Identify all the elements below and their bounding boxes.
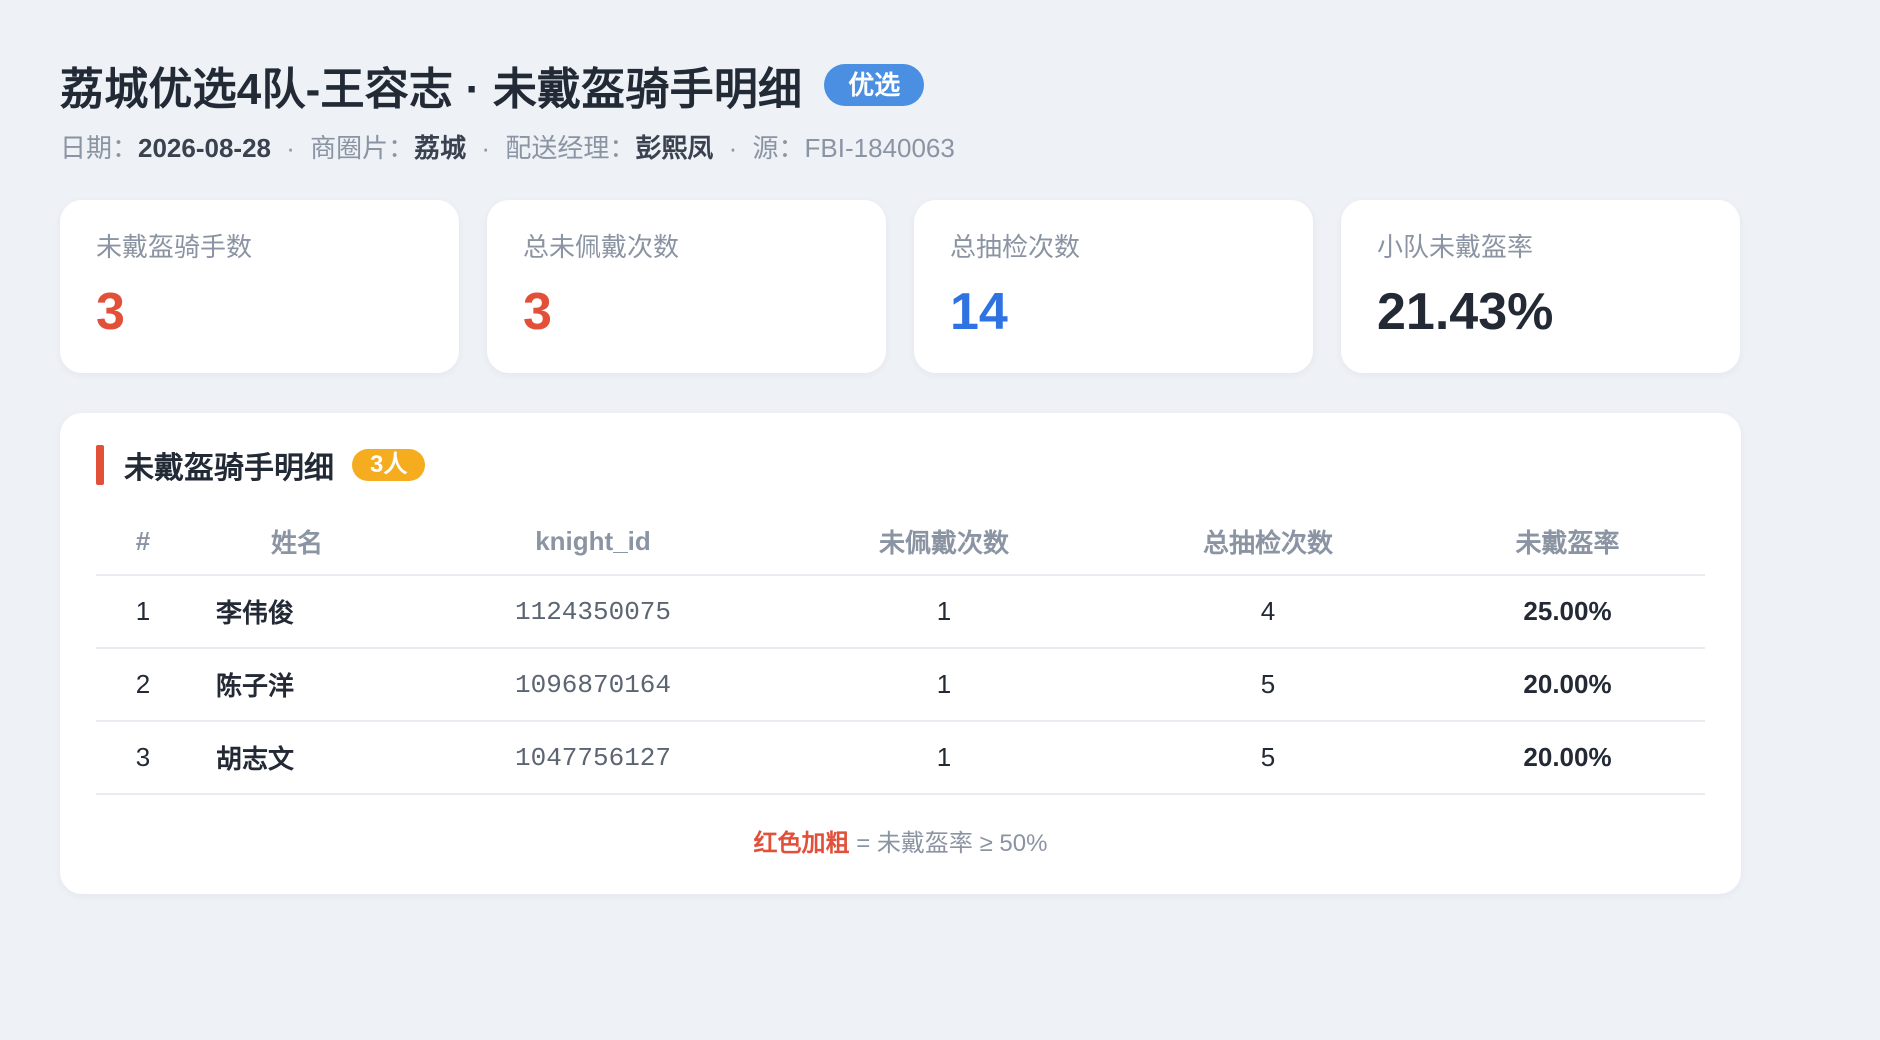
column-header-knight-id: knight_id: [404, 509, 782, 576]
stat-value: 14: [950, 283, 1008, 341]
table-header-row: # 姓名 knight_id 未佩戴次数 总抽检次数 未戴盔率: [96, 509, 1705, 576]
source-label: 源：: [752, 133, 805, 163]
stat-card-unhelmeted-riders: 未戴盔骑手数 3: [60, 200, 459, 373]
stat-value: 3: [523, 283, 552, 341]
rider-table: # 姓名 knight_id 未佩戴次数 总抽检次数 未戴盔率 1 李伟俊 11…: [96, 509, 1705, 795]
row-index: 2: [96, 648, 190, 722]
missed-count: 1: [782, 575, 1106, 649]
page-title: 荔城优选4队-王容志 · 未戴盔骑手明细: [60, 65, 803, 114]
knight-id: 1096870164: [404, 648, 782, 722]
manager-value: 彭熙凤: [635, 133, 714, 163]
stat-value: 21.43%: [1377, 283, 1554, 341]
stat-value: 3: [96, 283, 125, 341]
column-header-rate: 未戴盔率: [1430, 509, 1705, 576]
missed-count: 1: [782, 721, 1106, 795]
table-row: 3 胡志文 1047756127 1 5 20.00%: [96, 721, 1705, 795]
legend-highlight: 红色加粗: [753, 830, 850, 857]
source-value: FBI-1840063: [804, 133, 955, 163]
table-row: 1 李伟俊 1124350075 1 4 25.00%: [96, 575, 1705, 649]
legend-text: = 未戴盔率 ≥ 50%: [849, 830, 1048, 857]
manager-label: 配送经理：: [505, 133, 636, 163]
unhelmeted-rate: 20.00%: [1430, 648, 1705, 722]
rider-name: 陈子洋: [190, 648, 404, 722]
legend-note: 红色加粗 = 未戴盔率 ≥ 50%: [96, 823, 1705, 858]
meta-row: 日期：2026-08-28 · 商圈片：荔城 · 配送经理：彭熙凤 · 源：FB…: [60, 128, 1820, 168]
check-count: 5: [1106, 648, 1430, 722]
header: 荔城优选4队-王容志 · 未戴盔骑手明细 优选: [60, 52, 1820, 118]
section-header: 未戴盔骑手明细 3人: [96, 445, 1705, 485]
unhelmeted-rate: 20.00%: [1430, 721, 1705, 795]
date-value: 2026-08-28: [138, 133, 272, 163]
stat-cards: 未戴盔骑手数 3 总未佩戴次数 3 总抽检次数 14 小队未戴盔率 21.43%: [60, 200, 1741, 373]
section-accent-bar: [96, 445, 104, 485]
meta-separator: ·: [286, 133, 295, 163]
table-row: 2 陈子洋 1096870164 1 5 20.00%: [96, 648, 1705, 722]
meta-separator: ·: [728, 133, 738, 163]
row-index: 3: [96, 721, 190, 795]
stat-label: 小队未戴盔率: [1377, 232, 1534, 262]
knight-id: 1047756127: [404, 721, 782, 795]
row-index: 1: [96, 575, 190, 649]
date-label: 日期：: [60, 133, 139, 163]
page: 荔城优选4队-王容志 · 未戴盔骑手明细 优选 日期：2026-08-28 · …: [0, 0, 1880, 1040]
column-header-index: #: [96, 509, 190, 576]
stat-label: 未戴盔骑手数: [96, 232, 253, 262]
knight-id: 1124350075: [404, 575, 782, 649]
stat-card-total-missed: 总未佩戴次数 3: [487, 200, 886, 373]
unhelmeted-rate: 25.00%: [1430, 575, 1705, 649]
check-count: 4: [1106, 575, 1430, 649]
rider-name: 李伟俊: [190, 575, 404, 649]
stat-label: 总未佩戴次数: [523, 232, 680, 262]
count-badge: 3人: [352, 449, 426, 481]
meta-separator: ·: [481, 133, 491, 163]
rider-name: 胡志文: [190, 721, 404, 795]
type-badge: 优选: [824, 64, 925, 106]
column-header-name: 姓名: [190, 509, 404, 576]
detail-card: 未戴盔骑手明细 3人 # 姓名 knight_id 未佩戴次数 总抽检次数 未戴…: [60, 413, 1741, 894]
area-value: 荔城: [414, 133, 467, 163]
check-count: 5: [1106, 721, 1430, 795]
stat-label: 总抽检次数: [950, 232, 1081, 262]
column-header-checks: 总抽检次数: [1106, 509, 1430, 576]
missed-count: 1: [782, 648, 1106, 722]
column-header-missed: 未佩戴次数: [782, 509, 1106, 576]
section-title: 未戴盔骑手明细: [124, 452, 334, 485]
stat-card-team-rate: 小队未戴盔率 21.43%: [1341, 200, 1740, 373]
area-label: 商圈片：: [310, 133, 415, 163]
stat-card-total-checks: 总抽检次数 14: [914, 200, 1313, 373]
